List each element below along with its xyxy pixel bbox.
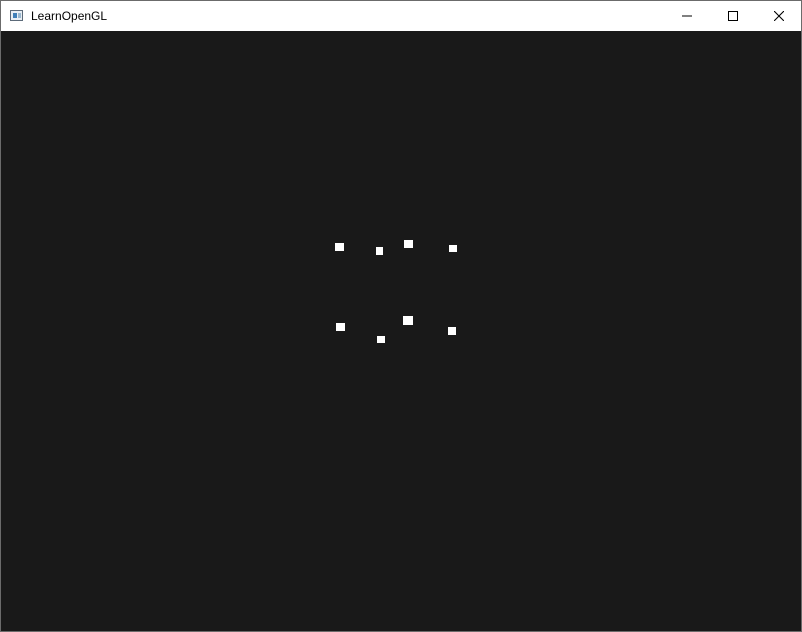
close-icon — [774, 11, 784, 21]
close-button[interactable] — [756, 1, 801, 31]
app-window: LearnOpenGL — [0, 0, 802, 632]
maximize-button[interactable] — [710, 1, 756, 31]
light-cube — [403, 316, 413, 325]
light-cube — [449, 245, 457, 252]
minimize-icon — [682, 15, 692, 17]
title-bar[interactable]: LearnOpenGL — [1, 1, 801, 31]
minimize-button[interactable] — [664, 1, 710, 31]
light-cube — [335, 243, 344, 251]
light-cube — [376, 247, 383, 255]
light-cube — [448, 327, 456, 335]
application-window-icon — [10, 10, 23, 21]
maximize-icon — [728, 11, 738, 21]
light-cube — [377, 336, 385, 343]
window-title: LearnOpenGL — [31, 9, 108, 23]
light-cube — [404, 240, 413, 248]
opengl-viewport[interactable] — [1, 31, 801, 631]
light-cube — [336, 323, 345, 331]
